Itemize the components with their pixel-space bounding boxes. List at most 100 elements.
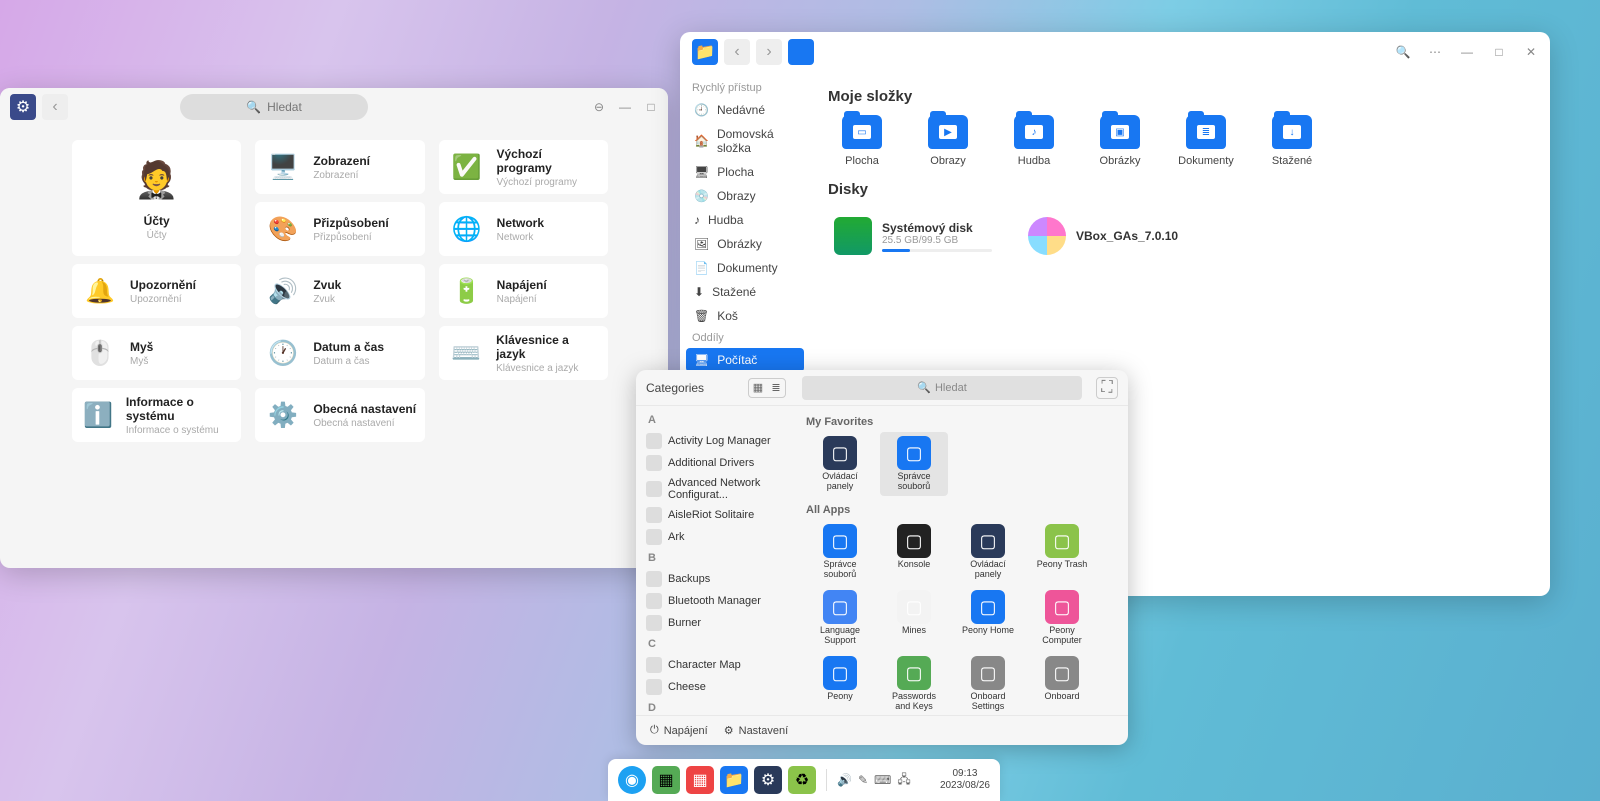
app-icon	[646, 507, 662, 523]
app-item[interactable]: ▢Passwords and Keys	[880, 652, 948, 715]
app-item[interactable]: ▢Onboard Settings	[954, 652, 1022, 715]
folder-item[interactable]: ▣Obrázky	[1086, 115, 1154, 167]
app-item[interactable]: ▢Správce souborů	[806, 520, 874, 584]
app-icon	[646, 481, 662, 497]
app-item[interactable]: ▢Konsole	[880, 520, 948, 584]
card-default-apps[interactable]: ✅Výchozí programyVýchozí programy	[439, 140, 608, 194]
favorites-header: My Favorites	[806, 416, 1118, 428]
taskbar-clock[interactable]: 09:13 2023/08/26	[940, 768, 990, 792]
card-datetime[interactable]: 🕐Datum a časDatum a čas	[255, 326, 424, 380]
forward-button[interactable]: ›	[756, 39, 782, 65]
menu-sidebar-item[interactable]: Character Map	[640, 654, 792, 676]
sidebar-trash[interactable]: 🗑Koš	[686, 304, 804, 328]
menu-sidebar-item[interactable]: Bluetooth Manager	[640, 590, 792, 612]
card-network[interactable]: 🌐NetworkNetwork	[439, 202, 608, 256]
menu-sidebar-item[interactable]: Additional Drivers	[640, 452, 792, 474]
menu-sidebar-item[interactable]: Activity Log Manager	[640, 430, 792, 452]
folder-item[interactable]: ▭Plocha	[828, 115, 896, 167]
power-button[interactable]: ⏻Napájení	[650, 724, 708, 737]
maximize-button[interactable]: □	[1492, 45, 1506, 59]
battery-icon: 🔋	[447, 271, 487, 311]
folder-item[interactable]: ↓Stažené	[1258, 115, 1326, 167]
card-accounts[interactable]: 🤵 ÚčtyÚčty	[72, 140, 241, 256]
settings-button[interactable]: ⚙Nastavení	[724, 724, 788, 737]
menu-sidebar-item[interactable]: Backups	[640, 568, 792, 590]
card-power[interactable]: 🔋NapájeníNapájení	[439, 264, 608, 318]
app-item[interactable]: ▢Správce souborů	[880, 432, 948, 496]
folder-item[interactable]: ▶Obrazy	[914, 115, 982, 167]
view-switch[interactable]: ▦ ≣	[748, 378, 786, 398]
options-icon[interactable]: ⋯	[1428, 45, 1442, 59]
menu-search[interactable]: 🔍 Hledat	[802, 376, 1082, 400]
app-item[interactable]: ▢Peony Home	[954, 586, 1022, 650]
app-item[interactable]: ▢Language Support	[806, 586, 874, 650]
image-icon: 🖼	[694, 237, 709, 251]
sidebar-desktop[interactable]: 🖥Plocha	[686, 160, 804, 184]
sidebar-pictures[interactable]: 🖼Obrázky	[686, 232, 804, 256]
app-icon: ▢	[1045, 656, 1079, 690]
menu-sidebar-item[interactable]: Burner	[640, 612, 792, 634]
search-icon[interactable]: 🔍	[1396, 45, 1410, 59]
trash-icon: 🗑	[694, 309, 709, 323]
tray-volume-icon[interactable]: 🔊	[837, 773, 852, 787]
sidebar-home[interactable]: 🏠Domovská složka	[686, 122, 804, 160]
disk-vbox[interactable]: VBox_GAs_7.0.10	[1022, 208, 1202, 264]
menu-sidebar-item[interactable]: AisleRiot Solitaire	[640, 504, 792, 526]
menu-sidebar-item[interactable]: Ark	[640, 526, 792, 548]
app-item[interactable]: ▢Mines	[880, 586, 948, 650]
taskbar-app-1[interactable]: ▦	[652, 766, 680, 794]
close-button[interactable]: ✕	[1524, 45, 1538, 59]
list-view-icon[interactable]: ≣	[767, 379, 785, 397]
app-label: Peony Trash	[1037, 560, 1088, 580]
sidebar-music[interactable]: ♪Hudba	[686, 208, 804, 232]
card-keyboard[interactable]: ⌨️Klávesnice a jazykKlávesnice a jazyk	[439, 326, 608, 380]
card-personalization[interactable]: 🎨PřizpůsobeníPřizpůsobení	[255, 202, 424, 256]
app-item[interactable]: ▢Ovládací panely	[806, 432, 874, 496]
sidebar-computer[interactable]: 🖥Počítač	[686, 348, 804, 372]
maximize-button[interactable]: □	[644, 100, 658, 114]
expand-button[interactable]: ⛶	[1096, 377, 1118, 399]
app-label: Onboard	[1044, 692, 1079, 712]
grid-view-icon[interactable]: ▦	[749, 379, 767, 397]
card-sound[interactable]: 🔊ZvukZvuk	[255, 264, 424, 318]
tray-keyboard-icon[interactable]: ⌨	[874, 773, 891, 787]
card-about[interactable]: ℹ️Informace o systémuInformace o systému	[72, 388, 241, 442]
app-item[interactable]: ▢Peony Computer	[1028, 586, 1096, 650]
taskbar-settings[interactable]: ⚙	[754, 766, 782, 794]
settings-search[interactable]: 🔍 Hledat	[180, 94, 368, 120]
back-button[interactable]: ‹	[724, 39, 750, 65]
sidebar-images[interactable]: 💿Obrazy	[686, 184, 804, 208]
card-display[interactable]: 🖥️ZobrazeníZobrazení	[255, 140, 424, 194]
sidebar-documents[interactable]: 📄Dokumenty	[686, 256, 804, 280]
location-chip[interactable]	[788, 39, 814, 65]
back-button[interactable]: ‹	[42, 94, 68, 120]
taskbar-app-2[interactable]: ▦	[686, 766, 714, 794]
power-icon: ⏻	[650, 724, 659, 737]
doc-icon: 📄	[694, 261, 709, 275]
app-item[interactable]: ▢Ovládací panely	[954, 520, 1022, 584]
sidebar-downloads[interactable]: ⬇Stažené	[686, 280, 804, 304]
card-general[interactable]: ⚙️Obecná nastaveníObecná nastavení	[255, 388, 424, 442]
menu-sidebar-item[interactable]: Cheese	[640, 676, 792, 698]
tray-edit-icon[interactable]: ✎	[858, 773, 868, 787]
sidebar-recent[interactable]: 🕘Nedávné	[686, 98, 804, 122]
folder-icon: ▭	[842, 115, 882, 149]
taskbar-files[interactable]: 📁	[720, 766, 748, 794]
card-mouse[interactable]: 🖱️MyšMyš	[72, 326, 241, 380]
menu-sidebar-item[interactable]: Advanced Network Configurat...	[640, 474, 792, 504]
menu-icon[interactable]: ⊖	[592, 100, 606, 114]
disk-system[interactable]: Systémový disk 25.5 GB/99.5 GB	[828, 208, 1008, 264]
app-item[interactable]: ▢Peony Trash	[1028, 520, 1096, 584]
minimize-button[interactable]: —	[1460, 45, 1474, 59]
tray-network-icon[interactable]: 🖧	[897, 770, 910, 791]
folder-item[interactable]: ≣Dokumenty	[1172, 115, 1240, 167]
taskbar-app-3[interactable]: ♻	[788, 766, 816, 794]
card-notifications[interactable]: 🔔UpozorněníUpozornění	[72, 264, 241, 318]
gear-icon: ⚙	[724, 724, 734, 737]
minimize-button[interactable]: —	[618, 100, 632, 114]
launcher-button[interactable]: ◉	[618, 766, 646, 794]
app-item[interactable]: ▢Onboard	[1028, 652, 1096, 715]
folder-item[interactable]: ♪Hudba	[1000, 115, 1068, 167]
monitor-icon: 🖥️	[263, 147, 303, 187]
app-item[interactable]: ▢Peony	[806, 652, 874, 715]
